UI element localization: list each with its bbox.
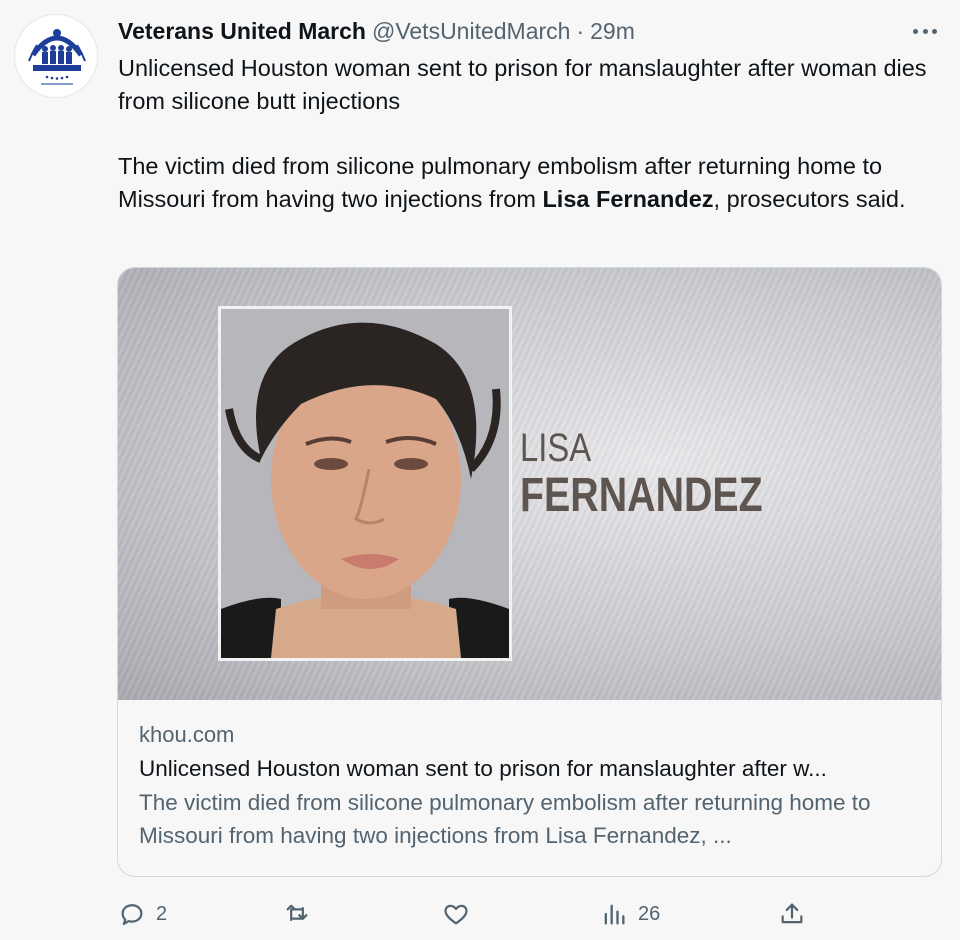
retweet-button[interactable]	[283, 896, 321, 932]
link-card[interactable]: LISA FERNANDEZ khou.com Unlicensed Houst…	[117, 267, 942, 877]
separator-dot: ·	[576, 17, 585, 44]
tweet-header: Veterans United March @VetsUnitedMarch ·…	[118, 16, 940, 46]
views-icon	[604, 904, 625, 925]
action-bar: 2 26	[118, 896, 818, 932]
tweet-paragraph-1: Unlicensed Houston woman sent to prison …	[118, 55, 927, 114]
tweet-bold-name: Lisa Fernandez	[542, 186, 714, 212]
tweet-paragraph-2: The victim died from silicone pulmonary …	[118, 150, 948, 216]
share-button[interactable]	[778, 896, 806, 932]
card-meta[interactable]: khou.com Unlicensed Houston woman sent t…	[139, 720, 921, 852]
author-name[interactable]: Veterans United March	[118, 18, 366, 45]
author-handle[interactable]: @VetsUnitedMarch	[372, 18, 571, 45]
more-horizontal-icon[interactable]	[910, 18, 940, 44]
organization-logo-icon	[17, 17, 97, 97]
tweet-text: Unlicensed Houston woman sent to prison …	[118, 52, 948, 216]
reply-button[interactable]: 2	[118, 896, 167, 932]
card-domain: khou.com	[139, 722, 235, 747]
card-image[interactable]: LISA FERNANDEZ	[118, 268, 941, 700]
image-first-name: LISA	[520, 426, 592, 470]
views-button[interactable]: 26	[600, 896, 660, 932]
reply-icon	[121, 904, 143, 926]
mugshot-photo	[218, 306, 512, 661]
like-button[interactable]	[442, 896, 480, 932]
card-description: The victim died from silicone pulmonary …	[139, 790, 871, 848]
timestamp[interactable]: 29m	[590, 18, 635, 45]
share-icon	[781, 903, 803, 924]
image-last-name: FERNANDEZ	[520, 469, 763, 522]
views-count: 26	[638, 902, 661, 925]
card-title: Unlicensed Houston woman sent to prison …	[139, 756, 827, 781]
retweet-icon	[286, 904, 308, 921]
heart-icon	[444, 904, 468, 925]
reply-count: 2	[156, 902, 168, 925]
image-caption: LISA FERNANDEZ	[520, 426, 816, 522]
avatar[interactable]	[14, 14, 98, 98]
tweet-text-part: , prosecutors said.	[713, 186, 906, 212]
